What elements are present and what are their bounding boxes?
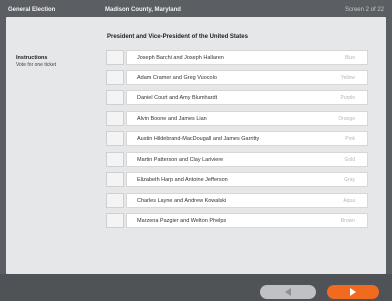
candidate-checkbox[interactable] bbox=[106, 70, 124, 85]
candidate-name: Adam Cramer and Greg Vuocolo bbox=[137, 74, 217, 81]
candidate-name: Alvin Boone and James Lian bbox=[137, 115, 207, 122]
candidate-checkbox[interactable] bbox=[106, 90, 124, 105]
candidate-option[interactable]: Alvin Boone and James Lian Orange bbox=[126, 111, 368, 126]
candidate-option[interactable]: Martin Patterson and Clay Lariviere Gold bbox=[126, 152, 368, 167]
candidate-row[interactable]: Daniel Court and Amy Blumhardt Purple bbox=[106, 90, 368, 105]
back-button[interactable] bbox=[260, 285, 316, 299]
candidate-option[interactable]: Elizabeth Harp and Antoine Jefferson Gra… bbox=[126, 172, 368, 187]
party-label: Yellow bbox=[340, 74, 355, 81]
candidate-option[interactable]: Austin Hildebrand-MacDougall and James G… bbox=[126, 131, 368, 146]
party-label: Brown bbox=[340, 217, 355, 224]
candidate-name: Martin Patterson and Clay Lariviere bbox=[137, 156, 224, 163]
candidate-row[interactable]: Joseph Barchi and Joseph Hallaren Blue bbox=[106, 50, 368, 65]
screen-counter: Screen 2 of 22 bbox=[344, 6, 384, 13]
candidate-row[interactable]: Elizabeth Harp and Antoine Jefferson Gra… bbox=[106, 172, 368, 187]
ballot-panel: President and Vice-President of the Unit… bbox=[6, 17, 386, 274]
instructions-text: Vote for one ticket bbox=[16, 62, 57, 68]
party-label: Gold bbox=[344, 156, 355, 163]
candidate-option[interactable]: Marzena Pazgier and Welton Phelps Brown bbox=[126, 213, 368, 228]
candidate-name: Daniel Court and Amy Blumhardt bbox=[137, 94, 218, 101]
candidate-option[interactable]: Daniel Court and Amy Blumhardt Purple bbox=[126, 90, 368, 105]
next-arrow-icon bbox=[350, 288, 356, 296]
candidate-row[interactable]: Martin Patterson and Clay Lariviere Gold bbox=[106, 152, 368, 167]
election-title: General Election bbox=[8, 6, 56, 13]
candidate-row[interactable]: Marzena Pazgier and Welton Phelps Brown bbox=[106, 213, 368, 228]
candidate-row[interactable]: Adam Cramer and Greg Vuocolo Yellow bbox=[106, 70, 368, 85]
party-label: Purple bbox=[340, 94, 355, 101]
party-label: Blue bbox=[344, 54, 355, 61]
candidate-checkbox[interactable] bbox=[106, 172, 124, 187]
candidate-name: Charles Layne and Andrew Kowalski bbox=[137, 197, 227, 204]
candidate-checkbox[interactable] bbox=[106, 131, 124, 146]
party-label: Aqua bbox=[343, 197, 355, 204]
candidate-name: Austin Hildebrand-MacDougall and James G… bbox=[137, 135, 260, 142]
back-arrow-icon bbox=[285, 288, 291, 296]
county-name: Madison County, Maryland bbox=[105, 6, 181, 13]
candidate-row[interactable]: Charles Layne and Andrew Kowalski Aqua bbox=[106, 193, 368, 208]
candidate-row[interactable]: Austin Hildebrand-MacDougall and James G… bbox=[106, 131, 368, 146]
candidate-option[interactable]: Adam Cramer and Greg Vuocolo Yellow bbox=[126, 70, 368, 85]
candidate-name: Marzena Pazgier and Welton Phelps bbox=[137, 217, 227, 224]
candidate-name: Joseph Barchi and Joseph Hallaren bbox=[137, 54, 224, 61]
instructions-title: Instructions bbox=[16, 55, 48, 61]
candidate-checkbox[interactable] bbox=[106, 50, 124, 65]
party-label: Orange bbox=[338, 115, 355, 122]
candidate-checkbox[interactable] bbox=[106, 152, 124, 167]
candidate-name: Elizabeth Harp and Antoine Jefferson bbox=[137, 176, 228, 183]
candidate-checkbox[interactable] bbox=[106, 213, 124, 228]
candidate-row[interactable]: Alvin Boone and James Lian Orange bbox=[106, 111, 368, 126]
candidate-option[interactable]: Charles Layne and Andrew Kowalski Aqua bbox=[126, 193, 368, 208]
candidate-checkbox[interactable] bbox=[106, 193, 124, 208]
party-label: Pink bbox=[345, 135, 355, 142]
next-button[interactable] bbox=[327, 285, 379, 299]
contest-title: President and Vice-President of the Unit… bbox=[107, 34, 248, 40]
header-bar: General Election Madison County, Marylan… bbox=[6, 4, 386, 15]
party-label: Gray bbox=[344, 176, 355, 183]
candidate-option[interactable]: Joseph Barchi and Joseph Hallaren Blue bbox=[126, 50, 368, 65]
candidate-checkbox[interactable] bbox=[106, 111, 124, 126]
